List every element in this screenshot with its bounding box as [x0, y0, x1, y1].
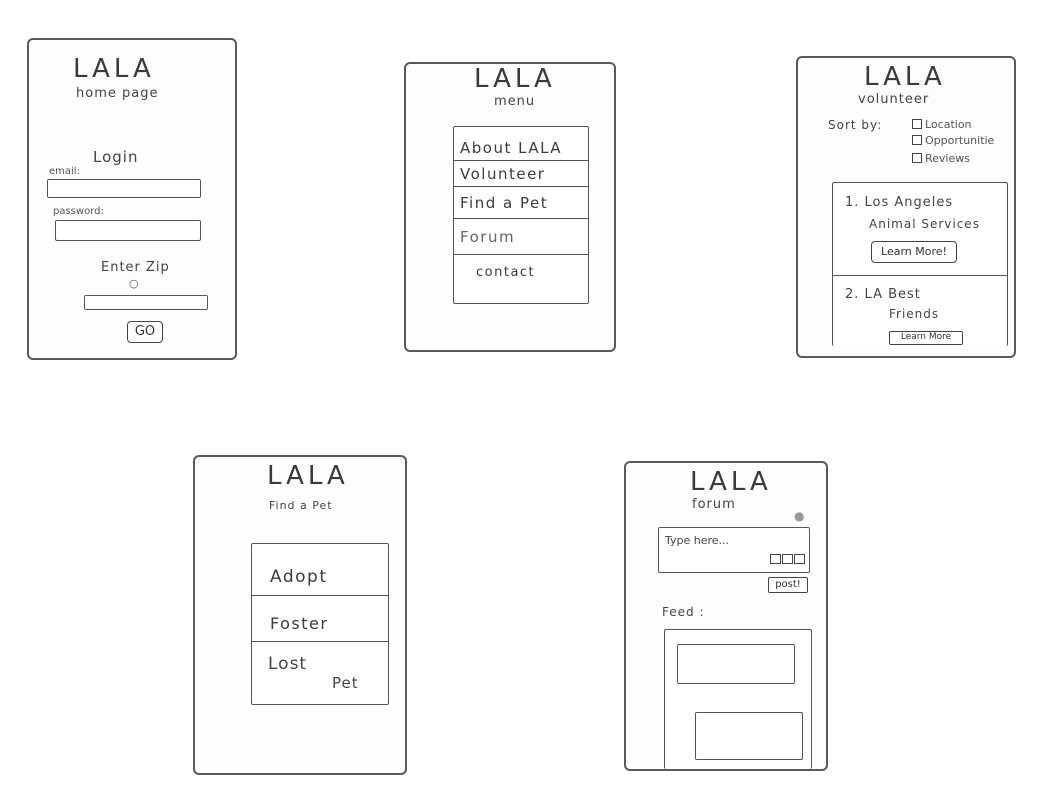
menu-item-find-pet[interactable]: Find a Pet [454, 187, 588, 219]
findpet-screen: LALA Find a Pet Adopt Foster Lost Pet [193, 455, 407, 775]
email-field[interactable] [47, 179, 201, 198]
findpet-subtitle: Find a Pet [269, 499, 333, 512]
post-input[interactable]: Type here... [658, 527, 810, 573]
link-attach-icon[interactable] [794, 554, 805, 564]
sort-opportunities-label: Opportunitie [925, 134, 995, 147]
foster-option[interactable]: Foster [252, 596, 388, 642]
go-button[interactable]: GO [127, 321, 163, 343]
zip-label: Enter Zip [101, 260, 170, 275]
result-name-cont: Friends [889, 307, 940, 321]
menu-item-about[interactable]: About LALA [454, 135, 588, 161]
attachment-icons [769, 549, 805, 568]
lost-pet-label: Lost [268, 654, 308, 674]
sort-label: Sort by: [828, 118, 883, 132]
location-checkbox[interactable] [912, 119, 922, 129]
result-name: 1. Los Angeles [845, 195, 954, 210]
forum-screen: LALA forum ● Type here... post! Feed : [624, 461, 828, 771]
result-name-cont: Animal Services [869, 217, 980, 231]
volunteer-screen: LALA volunteer Sort by: Location Opportu… [796, 56, 1016, 358]
home-screen: LALA home page Login email: password: En… [27, 38, 237, 360]
result-item: 2. LA Best Friends Learn More [833, 275, 1007, 347]
findpet-logo: LALA [267, 461, 349, 491]
reviews-checkbox[interactable] [912, 153, 922, 163]
login-title: Login [93, 148, 139, 166]
opportunities-checkbox[interactable] [912, 135, 922, 145]
image-attach-icon[interactable] [770, 554, 781, 564]
findpet-list: Adopt Foster Lost Pet [251, 543, 389, 705]
learn-more-button[interactable]: Learn More [889, 331, 963, 345]
menu-subtitle: menu [494, 94, 536, 109]
sort-reviews-label: Reviews [925, 152, 970, 165]
file-attach-icon[interactable] [782, 554, 793, 564]
forum-subtitle: forum [692, 497, 736, 512]
lost-pet-label-cont: Pet [332, 674, 359, 692]
feed-label: Feed : [662, 605, 705, 619]
menu-logo: LALA [474, 64, 556, 94]
volunteer-subtitle: volunteer [858, 92, 930, 107]
sort-opportunities-option[interactable]: Opportunitie [912, 134, 994, 147]
feed-post-card[interactable] [677, 644, 795, 684]
notification-dot-icon: ● [794, 509, 805, 523]
home-logo: LALA [73, 54, 155, 84]
results-list: 1. Los Angeles Animal Services Learn Mor… [832, 182, 1008, 346]
menu-screen: LALA menu About LALA Volunteer Find a Pe… [404, 62, 616, 352]
result-name: 2. LA Best [845, 287, 921, 302]
password-label: password: [53, 206, 104, 217]
password-field[interactable] [55, 220, 201, 241]
adopt-option[interactable]: Adopt [252, 558, 388, 596]
email-label: email: [49, 166, 80, 177]
zip-field[interactable] [84, 295, 208, 310]
lost-pet-option[interactable]: Lost Pet [252, 642, 388, 704]
post-input-placeholder: Type here... [665, 534, 730, 547]
feed-panel [664, 629, 812, 769]
sort-location-label: Location [925, 118, 972, 131]
feed-post-card[interactable] [695, 712, 803, 760]
post-button[interactable]: post! [768, 577, 808, 593]
menu-item-volunteer[interactable]: Volunteer [454, 161, 588, 187]
zip-cursor-icon: ○ [129, 277, 139, 290]
result-item: 1. Los Angeles Animal Services Learn Mor… [833, 183, 1007, 276]
volunteer-logo: LALA [864, 62, 946, 92]
menu-item-contact[interactable]: contact [454, 255, 588, 291]
forum-logo: LALA [690, 467, 772, 497]
learn-more-button[interactable]: Learn More! [871, 241, 957, 263]
menu-item-forum[interactable]: Forum [454, 219, 588, 255]
home-subtitle: home page [76, 86, 159, 101]
sort-reviews-option[interactable]: Reviews [912, 152, 970, 165]
sort-location-option[interactable]: Location [912, 118, 972, 131]
menu-list: About LALA Volunteer Find a Pet Forum co… [453, 126, 589, 304]
